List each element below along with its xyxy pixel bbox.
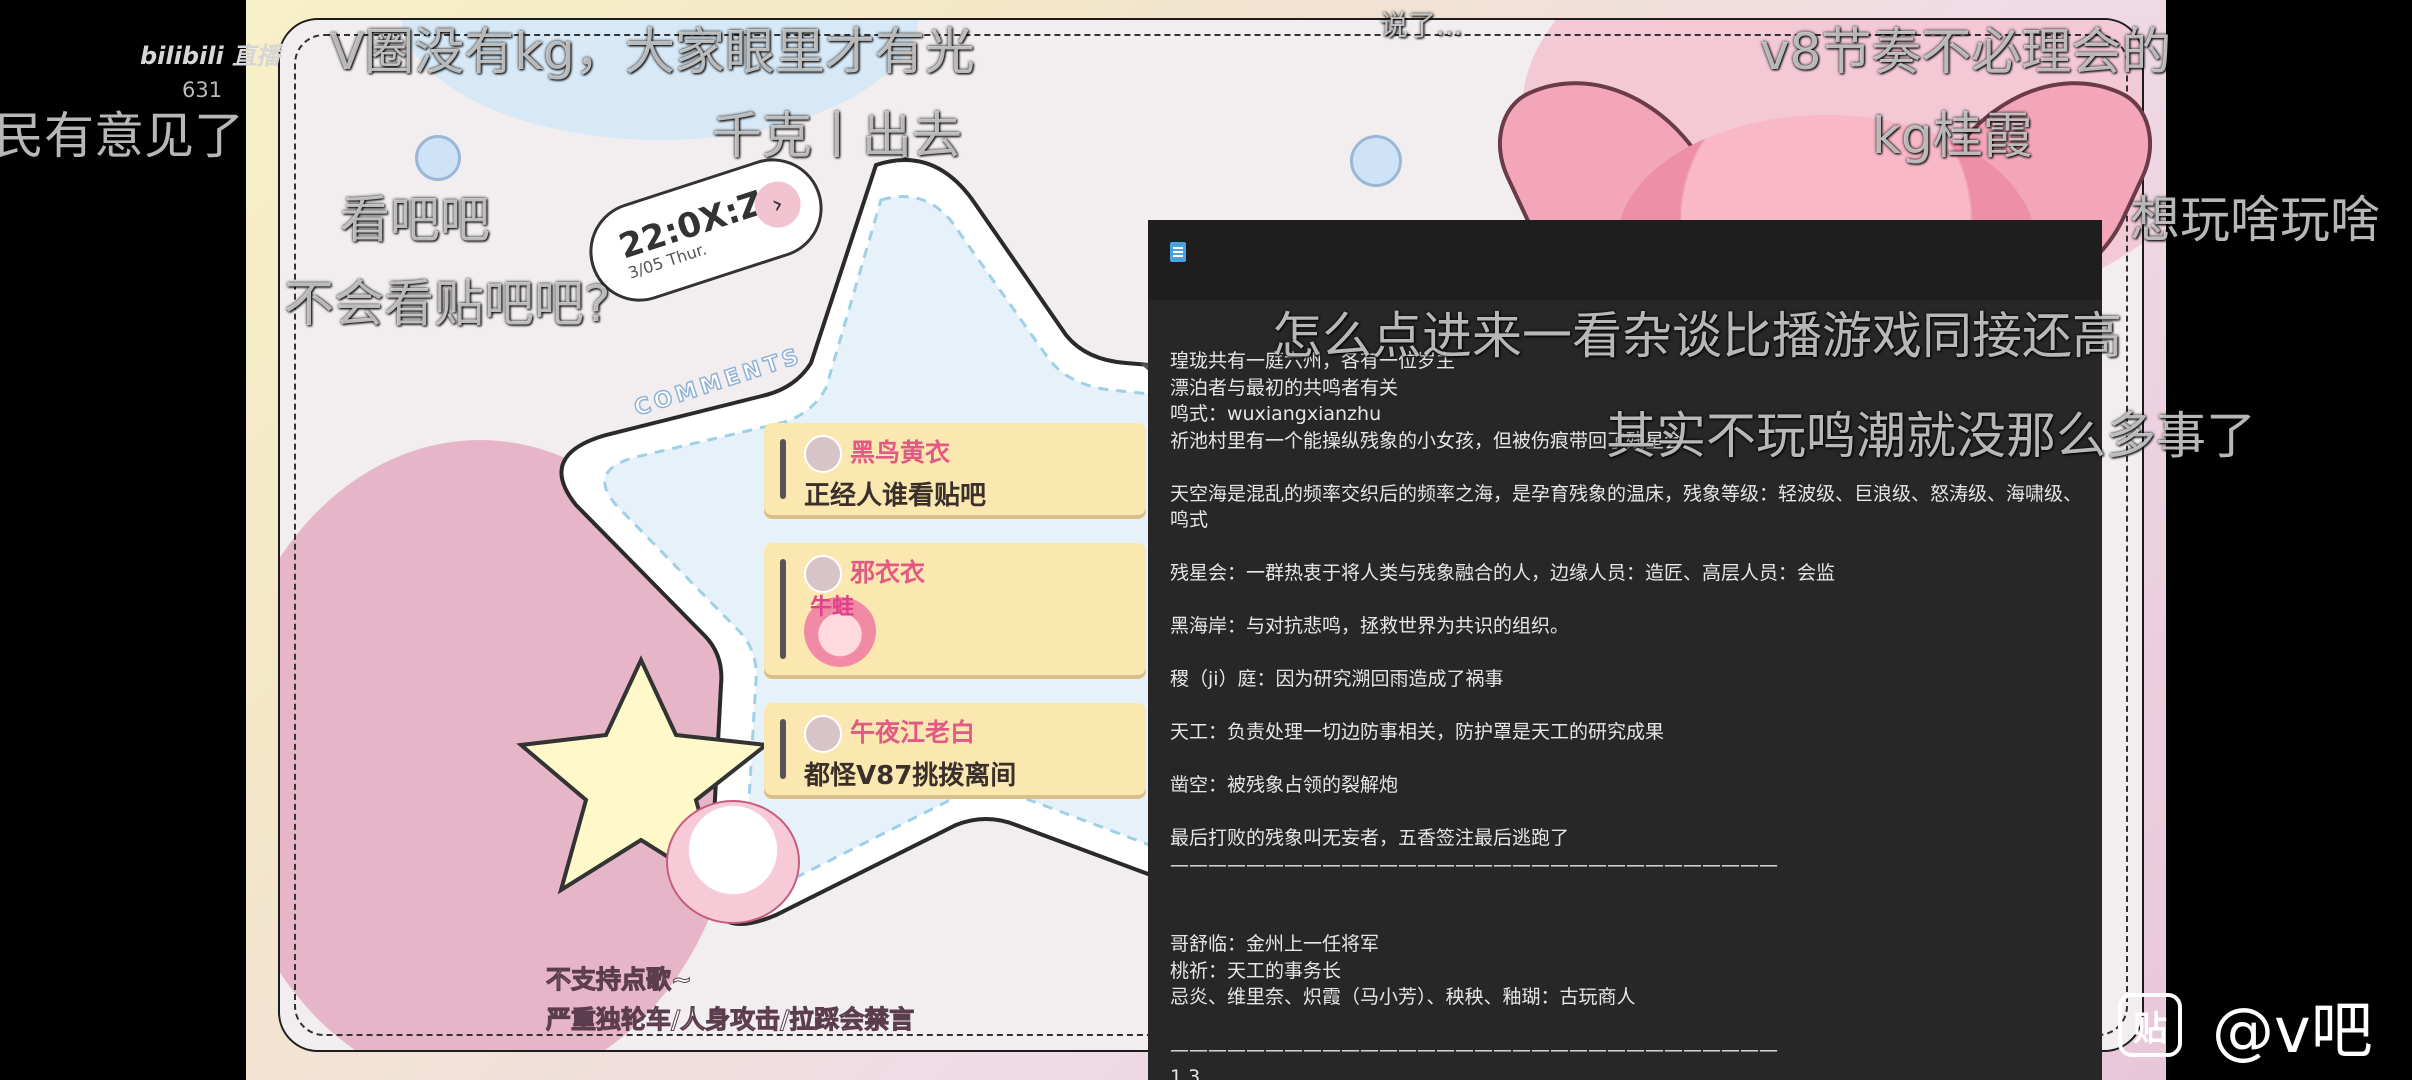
text-line: 残星会：一群热衷于将人类与残象融合的人，边缘人员：造匠、高层人员：会监 — [1170, 562, 1836, 584]
text-line — [1170, 693, 2082, 720]
text-line: 桃祈：天工的事务长 — [1170, 959, 1342, 982]
bubble-decor — [1350, 135, 1402, 187]
bubble-decor — [415, 135, 461, 181]
rule-line: 严重独轮车/人身攻击/拉踩会禁言 — [545, 1005, 915, 1035]
notepad-icon — [1170, 242, 1186, 262]
text-line: 天空海是混乱的频率交织后的频率之海，是孕育残象的温床，残象等级：轻波级、巨浪级、… — [1170, 482, 2083, 532]
comment-card: 邪衣衣 牛蛙 — [764, 543, 1146, 675]
bilibili-live-logo: bilibili 直播 — [140, 36, 280, 71]
card-accent-bar — [780, 439, 786, 499]
emoji-sticker: 牛蛙 — [804, 595, 876, 667]
text-line: 1.3 — [1170, 1065, 1201, 1080]
comment-user: 午夜江老白 — [850, 718, 976, 747]
comment-user: 黑鸟黄衣 — [850, 438, 951, 467]
live-label: 直播 — [232, 42, 281, 70]
text-line: 哥舒临：金州上一任将军 — [1170, 933, 1380, 955]
danmaku-comment: 其实不玩鸣潮就没那么多事了 — [1606, 407, 2256, 465]
text-line: ———————————————————————————————— — [1170, 853, 1778, 876]
danmaku-comment: 怎么点进来一看杂谈比播游戏同接还高 — [1272, 307, 2122, 365]
text-line — [1170, 878, 2082, 905]
comment-user: 邪衣衣 — [850, 558, 926, 587]
window-titlebar[interactable] — [1148, 220, 2102, 300]
text-line: 天工：负责处理一切边防事相关，防护罩是天工的研究成果 — [1170, 721, 1665, 743]
text-line: 稷（ji）庭：因为研究溯回雨造成了祸事 — [1170, 668, 1504, 690]
text-line: 黑海岸：与对抗悲鸣，拯救世界为共识的组织。 — [1170, 615, 1570, 637]
danmaku-comment: 千克丨出去 — [712, 107, 962, 165]
text-line — [1170, 746, 2082, 773]
danmaku-comment: 想玩啥玩啥 — [2130, 191, 2380, 249]
brand-logo-text: bilibili — [140, 42, 224, 70]
text-line: 忌炎、维里奈、炽霞（马小芳）、秧秧、釉瑚：古玩商人 — [1170, 986, 1636, 1008]
mascot-blob — [666, 800, 800, 924]
card-accent-bar — [780, 719, 786, 779]
danmaku-comment: 看吧吧 — [340, 191, 490, 249]
comment-message: 正经人谁看贴吧 — [804, 481, 987, 511]
avatar — [804, 715, 842, 753]
danmaku-comment: v8节奏不必理会的 — [1760, 23, 2172, 81]
tieba-icon: 贴 — [2118, 993, 2182, 1057]
text-line — [1170, 587, 2082, 614]
text-line — [1170, 534, 2082, 561]
text-line: 最后打败的残象叫无妄者，五香签注最后逃跑了 — [1170, 827, 1570, 849]
comment-card: 黑鸟黄衣 正经人谁看贴吧 — [764, 423, 1146, 515]
text-line — [1170, 905, 2082, 932]
danmaku-comment: kg桂霞 — [1872, 107, 2033, 165]
text-line — [1170, 640, 2082, 667]
card-accent-bar — [780, 559, 786, 659]
avatar — [804, 435, 842, 473]
sticker-text: 牛蛙 — [810, 595, 855, 620]
text-line — [1170, 799, 2082, 826]
text-line: 凿空：被残象占领的裂解炮 — [1170, 774, 1399, 796]
danmaku-comment: V圈没有kg，大家眼里才有光 — [330, 23, 975, 81]
stream-rules: 不支持点歌~ 严重独轮车/人身攻击/拉踩会禁言 — [545, 960, 915, 1040]
comment-message: 都怪V87挑拨离间 — [804, 761, 1017, 791]
text-line: ———————————————————————————————— — [1170, 1039, 1778, 1061]
viewer-count: 631 — [182, 78, 223, 102]
text-line — [1170, 1011, 2082, 1038]
comment-card: 午夜江老白 都怪V87挑拨离间 — [764, 703, 1146, 795]
tieba-watermark: 贴 @v吧 — [2118, 980, 2373, 1070]
watermark-handle: @v吧 — [2212, 994, 2373, 1067]
danmaku-comment: 民有意见了 — [0, 107, 244, 165]
danmaku-comment: 说了... — [1380, 9, 1463, 42]
avatar — [804, 555, 842, 593]
danmaku-comment: 不会看贴吧吧? — [284, 275, 611, 333]
rule-line: 不支持点歌~ — [545, 965, 692, 995]
